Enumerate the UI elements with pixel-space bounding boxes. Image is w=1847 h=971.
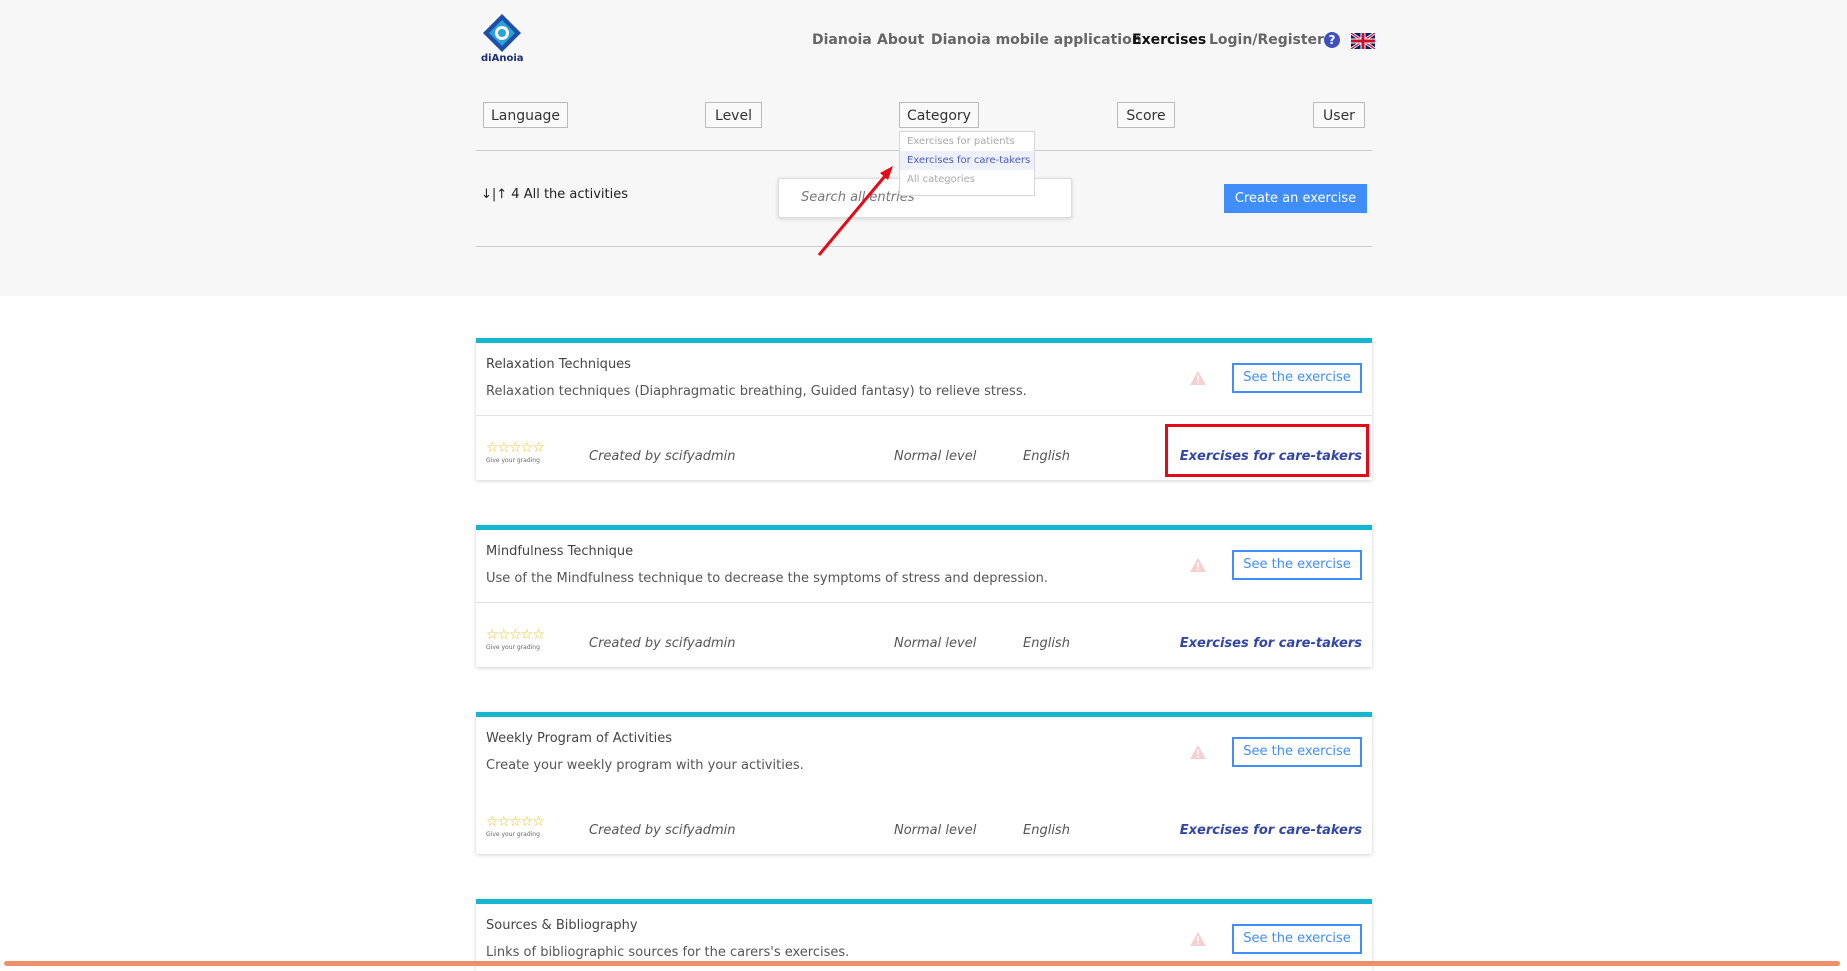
scroll-progress-bar [4, 961, 1840, 966]
annotation-arrow-icon [817, 166, 893, 256]
